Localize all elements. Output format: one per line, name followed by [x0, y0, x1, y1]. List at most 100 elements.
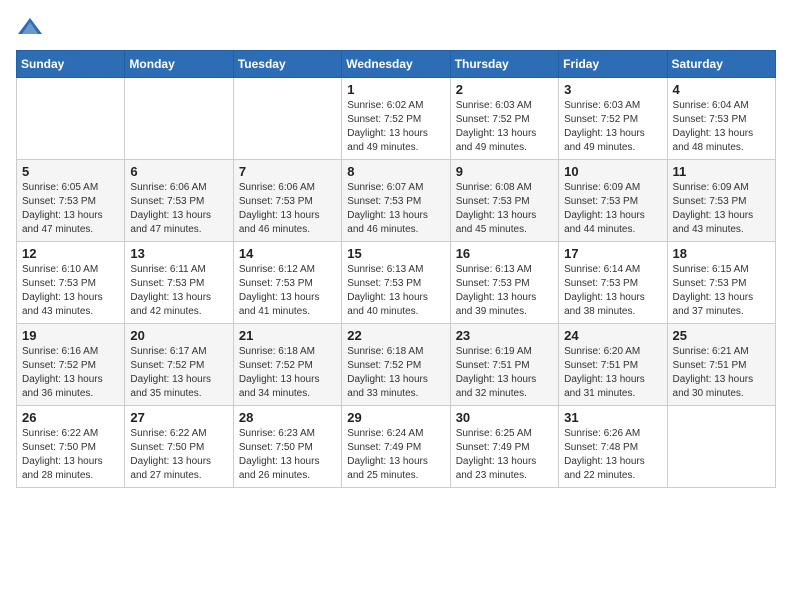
day-info: Sunrise: 6:20 AM Sunset: 7:51 PM Dayligh…	[564, 345, 661, 401]
calendar-cell: 17 Sunrise: 6:14 AM Sunset: 7:53 PM Dayli…	[559, 242, 667, 324]
calendar-cell	[125, 78, 233, 160]
day-info: Sunrise: 6:14 AM Sunset: 7:53 PM Dayligh…	[564, 263, 661, 319]
calendar-week-row: 12 Sunrise: 6:10 AM Sunset: 7:53 PM Dayli…	[17, 242, 776, 324]
calendar-cell: 30 Sunrise: 6:25 AM Sunset: 7:49 PM Dayli…	[450, 406, 558, 488]
calendar-cell	[17, 78, 125, 160]
calendar-cell: 2 Sunrise: 6:03 AM Sunset: 7:52 PM Daylig…	[450, 78, 558, 160]
day-number: 12	[22, 246, 119, 261]
calendar-cell: 19 Sunrise: 6:16 AM Sunset: 7:52 PM Dayli…	[17, 324, 125, 406]
day-info: Sunrise: 6:10 AM Sunset: 7:53 PM Dayligh…	[22, 263, 119, 319]
day-number: 8	[347, 164, 444, 179]
calendar-cell: 7 Sunrise: 6:06 AM Sunset: 7:53 PM Daylig…	[233, 160, 341, 242]
calendar-cell: 27 Sunrise: 6:22 AM Sunset: 7:50 PM Dayli…	[125, 406, 233, 488]
day-number: 30	[456, 410, 553, 425]
calendar-cell: 23Sunrise: 6:19 AM Sunset: 7:51 PM Dayli…	[450, 324, 558, 406]
weekday-header: Saturday	[667, 51, 775, 78]
day-info: Sunrise: 6:02 AM Sunset: 7:52 PM Dayligh…	[347, 99, 444, 155]
calendar-cell: 5 Sunrise: 6:05 AM Sunset: 7:53 PM Daylig…	[17, 160, 125, 242]
day-number: 2	[456, 82, 553, 97]
day-info: Sunrise: 6:18 AM Sunset: 7:52 PM Dayligh…	[239, 345, 336, 401]
day-number: 13	[130, 246, 227, 261]
calendar-cell: 20 Sunrise: 6:17 AM Sunset: 7:52 PM Dayli…	[125, 324, 233, 406]
calendar-cell: 13 Sunrise: 6:11 AM Sunset: 7:53 PM Dayli…	[125, 242, 233, 324]
day-number: 10	[564, 164, 661, 179]
day-info: Sunrise: 6:03 AM Sunset: 7:52 PM Dayligh…	[456, 99, 553, 155]
day-info: Sunrise: 6:08 AM Sunset: 7:53 PM Dayligh…	[456, 181, 553, 237]
calendar-cell: 25Sunrise: 6:21 AM Sunset: 7:51 PM Dayli…	[667, 324, 775, 406]
day-number: 24	[564, 328, 661, 343]
calendar-cell: 3Sunrise: 6:03 AM Sunset: 7:52 PM Daylig…	[559, 78, 667, 160]
day-number: 22	[347, 328, 444, 343]
day-info: Sunrise: 6:18 AM Sunset: 7:52 PM Dayligh…	[347, 345, 444, 401]
day-number: 29	[347, 410, 444, 425]
day-number: 21	[239, 328, 336, 343]
calendar-week-row: 1 Sunrise: 6:02 AM Sunset: 7:52 PM Daylig…	[17, 78, 776, 160]
calendar-cell: 9 Sunrise: 6:08 AM Sunset: 7:53 PM Daylig…	[450, 160, 558, 242]
calendar-cell: 26 Sunrise: 6:22 AM Sunset: 7:50 PM Dayli…	[17, 406, 125, 488]
calendar-header-row: SundayMondayTuesdayWednesdayThursdayFrid…	[17, 51, 776, 78]
calendar-cell: 10 Sunrise: 6:09 AM Sunset: 7:53 PM Dayli…	[559, 160, 667, 242]
day-number: 5	[22, 164, 119, 179]
day-number: 28	[239, 410, 336, 425]
day-number: 9	[456, 164, 553, 179]
day-number: 4	[673, 82, 770, 97]
day-info: Sunrise: 6:11 AM Sunset: 7:53 PM Dayligh…	[130, 263, 227, 319]
day-info: Sunrise: 6:13 AM Sunset: 7:53 PM Dayligh…	[347, 263, 444, 319]
calendar-week-row: 26 Sunrise: 6:22 AM Sunset: 7:50 PM Dayli…	[17, 406, 776, 488]
day-info: Sunrise: 6:16 AM Sunset: 7:52 PM Dayligh…	[22, 345, 119, 401]
day-number: 15	[347, 246, 444, 261]
calendar-cell: 15 Sunrise: 6:13 AM Sunset: 7:53 PM Dayli…	[342, 242, 450, 324]
calendar-cell: 18Sunrise: 6:15 AM Sunset: 7:53 PM Dayli…	[667, 242, 775, 324]
weekday-header: Wednesday	[342, 51, 450, 78]
day-number: 27	[130, 410, 227, 425]
day-info: Sunrise: 6:13 AM Sunset: 7:53 PM Dayligh…	[456, 263, 553, 319]
day-number: 23	[456, 328, 553, 343]
day-number: 11	[673, 164, 770, 179]
day-info: Sunrise: 6:05 AM Sunset: 7:53 PM Dayligh…	[22, 181, 119, 237]
day-info: Sunrise: 6:24 AM Sunset: 7:49 PM Dayligh…	[347, 427, 444, 483]
calendar-cell: 24 Sunrise: 6:20 AM Sunset: 7:51 PM Dayli…	[559, 324, 667, 406]
day-number: 31	[564, 410, 661, 425]
day-info: Sunrise: 6:04 AM Sunset: 7:53 PM Dayligh…	[673, 99, 770, 155]
weekday-header: Monday	[125, 51, 233, 78]
logo-icon	[16, 16, 44, 38]
day-number: 6	[130, 164, 227, 179]
calendar-cell: 4 Sunrise: 6:04 AM Sunset: 7:53 PM Daylig…	[667, 78, 775, 160]
weekday-header: Tuesday	[233, 51, 341, 78]
calendar-cell: 1 Sunrise: 6:02 AM Sunset: 7:52 PM Daylig…	[342, 78, 450, 160]
day-info: Sunrise: 6:22 AM Sunset: 7:50 PM Dayligh…	[130, 427, 227, 483]
logo	[16, 16, 48, 38]
calendar-cell	[667, 406, 775, 488]
calendar-cell	[233, 78, 341, 160]
calendar-cell: 14Sunrise: 6:12 AM Sunset: 7:53 PM Dayli…	[233, 242, 341, 324]
day-number: 19	[22, 328, 119, 343]
day-info: Sunrise: 6:23 AM Sunset: 7:50 PM Dayligh…	[239, 427, 336, 483]
day-number: 25	[673, 328, 770, 343]
day-info: Sunrise: 6:06 AM Sunset: 7:53 PM Dayligh…	[239, 181, 336, 237]
calendar-cell: 28 Sunrise: 6:23 AM Sunset: 7:50 PM Dayli…	[233, 406, 341, 488]
day-number: 26	[22, 410, 119, 425]
day-number: 17	[564, 246, 661, 261]
day-info: Sunrise: 6:06 AM Sunset: 7:53 PM Dayligh…	[130, 181, 227, 237]
calendar-cell: 22 Sunrise: 6:18 AM Sunset: 7:52 PM Dayli…	[342, 324, 450, 406]
day-info: Sunrise: 6:22 AM Sunset: 7:50 PM Dayligh…	[22, 427, 119, 483]
calendar-week-row: 19 Sunrise: 6:16 AM Sunset: 7:52 PM Dayli…	[17, 324, 776, 406]
day-info: Sunrise: 6:09 AM Sunset: 7:53 PM Dayligh…	[673, 181, 770, 237]
day-info: Sunrise: 6:25 AM Sunset: 7:49 PM Dayligh…	[456, 427, 553, 483]
day-number: 7	[239, 164, 336, 179]
day-info: Sunrise: 6:07 AM Sunset: 7:53 PM Dayligh…	[347, 181, 444, 237]
day-info: Sunrise: 6:03 AM Sunset: 7:52 PM Dayligh…	[564, 99, 661, 155]
calendar-cell: 12 Sunrise: 6:10 AM Sunset: 7:53 PM Dayli…	[17, 242, 125, 324]
calendar-cell: 16Sunrise: 6:13 AM Sunset: 7:53 PM Dayli…	[450, 242, 558, 324]
page-header	[16, 16, 776, 38]
day-number: 18	[673, 246, 770, 261]
day-number: 20	[130, 328, 227, 343]
weekday-header: Friday	[559, 51, 667, 78]
calendar-cell: 29 Sunrise: 6:24 AM Sunset: 7:49 PM Dayli…	[342, 406, 450, 488]
day-info: Sunrise: 6:17 AM Sunset: 7:52 PM Dayligh…	[130, 345, 227, 401]
day-info: Sunrise: 6:09 AM Sunset: 7:53 PM Dayligh…	[564, 181, 661, 237]
day-number: 1	[347, 82, 444, 97]
calendar-cell: 21 Sunrise: 6:18 AM Sunset: 7:52 PM Dayli…	[233, 324, 341, 406]
calendar-cell: 6 Sunrise: 6:06 AM Sunset: 7:53 PM Daylig…	[125, 160, 233, 242]
calendar-table: SundayMondayTuesdayWednesdayThursdayFrid…	[16, 50, 776, 488]
